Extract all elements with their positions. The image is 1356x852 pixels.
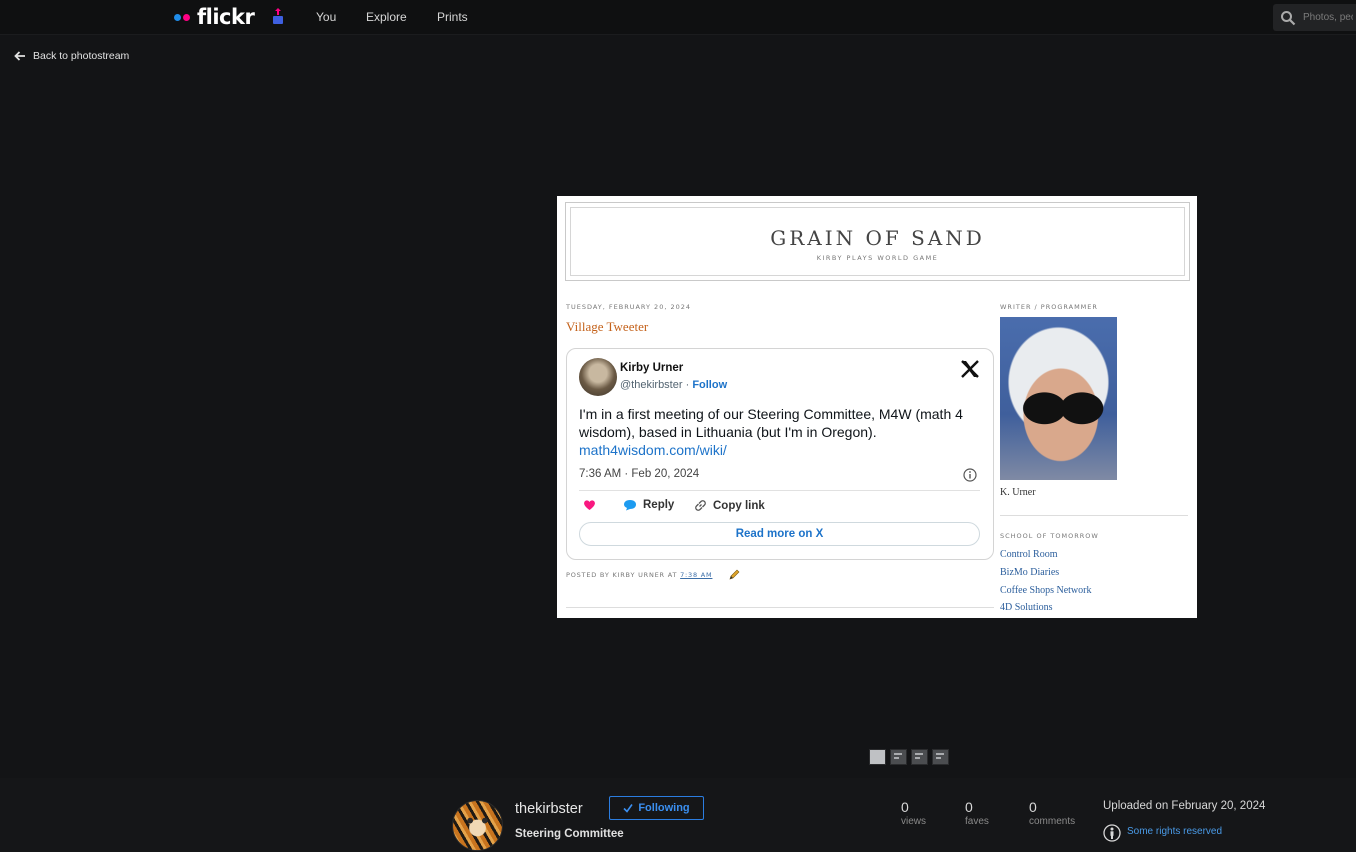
nav-prints[interactable]: Prints xyxy=(437,10,468,24)
thumbnail[interactable] xyxy=(932,749,949,765)
faves-stat: 0 faves xyxy=(965,799,989,827)
tweet-author-name: Kirby Urner xyxy=(620,362,684,374)
sidebar-link-4d-solutions: 4D Solutions xyxy=(1000,602,1053,613)
logo-pink-dot xyxy=(183,13,190,21)
profile-caption: K. Urner xyxy=(1000,487,1036,498)
reply-bubble-icon xyxy=(624,500,636,511)
blog-subtitle: KIRBY PLAYS WORLD GAME xyxy=(816,254,939,262)
faves-label: faves xyxy=(965,816,989,827)
license-link[interactable]: Some rights reserved xyxy=(1127,826,1222,837)
nav-explore[interactable]: Explore xyxy=(366,10,407,24)
thumbnail[interactable] xyxy=(890,749,907,765)
license-attribution-icon xyxy=(1103,824,1121,842)
tweet-reply-label: Reply xyxy=(643,499,675,511)
tweet-handle-line: @thekirbster · Follow xyxy=(620,379,728,391)
checkmark-icon xyxy=(623,804,633,813)
search-input[interactable] xyxy=(1303,10,1353,24)
tweet-avatar xyxy=(579,358,617,396)
arrow-left-icon xyxy=(14,51,25,61)
comments-stat: 0 comments xyxy=(1029,799,1075,827)
views-stat: 0 views xyxy=(901,799,926,827)
tweet-follow: Follow xyxy=(692,379,728,391)
tweet-copy-link: Copy link xyxy=(694,499,765,512)
sidebar-link-coffee-shops: Coffee Shops Network xyxy=(1000,585,1092,596)
post-divider xyxy=(566,607,994,608)
tweet-text: I'm in a first meeting of our Steering C… xyxy=(579,406,963,440)
nav-you[interactable]: You xyxy=(316,10,336,24)
blog-header: GRAIN OF SAND KIRBY PLAYS WORLD GAME xyxy=(565,202,1190,281)
tweet-read-more: Read more on X xyxy=(579,522,980,546)
post-date: TUESDAY, FEBRUARY 20, 2024 xyxy=(566,303,692,311)
photo-info-bar: thekirbster Following Steering Committee… xyxy=(0,778,1356,852)
flickr-logo[interactable]: flickr xyxy=(174,4,255,30)
tweet-like xyxy=(583,499,596,511)
views-count: 0 xyxy=(901,799,909,815)
search-icon[interactable] xyxy=(1280,10,1296,26)
back-label: Back to photostream xyxy=(33,50,130,62)
profile-photo xyxy=(1000,317,1117,480)
tweet-reply: Reply xyxy=(623,499,674,511)
x-logo-icon xyxy=(961,360,979,378)
post-title: Village Tweeter xyxy=(566,319,649,334)
link-icon xyxy=(695,500,706,511)
logo-text: flickr xyxy=(197,5,255,29)
faves-count: 0 xyxy=(965,799,973,815)
embedded-tweet: Kirby Urner @thekirbster · Follow I'm in… xyxy=(566,348,994,560)
tweet-time: 7:36 AM · Feb 20, 2024 xyxy=(579,468,700,480)
photo-title: Steering Committee xyxy=(515,828,624,840)
posted-time: 7:38 AM xyxy=(680,571,713,579)
top-nav: flickr You Explore Prints xyxy=(0,0,1356,35)
sidebar-heading-writer: WRITER / PROGRAMMER xyxy=(1000,303,1098,311)
comments-count: 0 xyxy=(1029,799,1037,815)
upload-date: Uploaded on February 20, 2024 xyxy=(1103,800,1266,812)
thumbnail[interactable] xyxy=(911,749,928,765)
blog-header-inner: GRAIN OF SAND KIRBY PLAYS WORLD GAME xyxy=(570,207,1185,276)
sidebar-heading-school: SCHOOL OF TOMORROW xyxy=(1000,532,1099,540)
comments-label: comments xyxy=(1029,816,1076,827)
upload-icon[interactable] xyxy=(272,7,284,25)
owner-avatar[interactable] xyxy=(452,800,503,851)
views-label: views xyxy=(901,816,927,827)
tweet-link: math4wisdom.com/wiki/ xyxy=(579,442,727,458)
pencil-icon xyxy=(729,569,740,580)
tweet-handle: @thekirbster xyxy=(620,379,683,391)
following-label: Following xyxy=(638,802,690,814)
sidebar-divider xyxy=(1000,515,1188,516)
tweet-divider xyxy=(579,490,980,491)
info-icon xyxy=(963,468,977,482)
photostream-thumbnails xyxy=(869,749,949,765)
blog-title: GRAIN OF SAND xyxy=(770,226,985,250)
following-button[interactable]: Following xyxy=(609,796,704,820)
sidebar-link-control-room: Control Room xyxy=(1000,549,1058,560)
back-to-photostream-link[interactable]: Back to photostream xyxy=(14,50,129,62)
sidebar-link-bizmo-diaries: BizMo Diaries xyxy=(1000,567,1060,578)
posted-by: POSTED BY KIRBY URNER AT xyxy=(566,571,678,579)
main-photo[interactable]: GRAIN OF SAND KIRBY PLAYS WORLD GAME TUE… xyxy=(557,196,1197,618)
tweet-copy-link-label: Copy link xyxy=(713,499,765,512)
owner-name[interactable]: thekirbster xyxy=(515,801,583,817)
thumbnail-current[interactable] xyxy=(869,749,886,765)
heart-icon xyxy=(584,500,595,510)
posted-by-line: POSTED BY KIRBY URNER AT 7:38 AM xyxy=(566,571,712,579)
logo-blue-dot xyxy=(174,13,181,21)
search-box[interactable] xyxy=(1273,4,1356,31)
